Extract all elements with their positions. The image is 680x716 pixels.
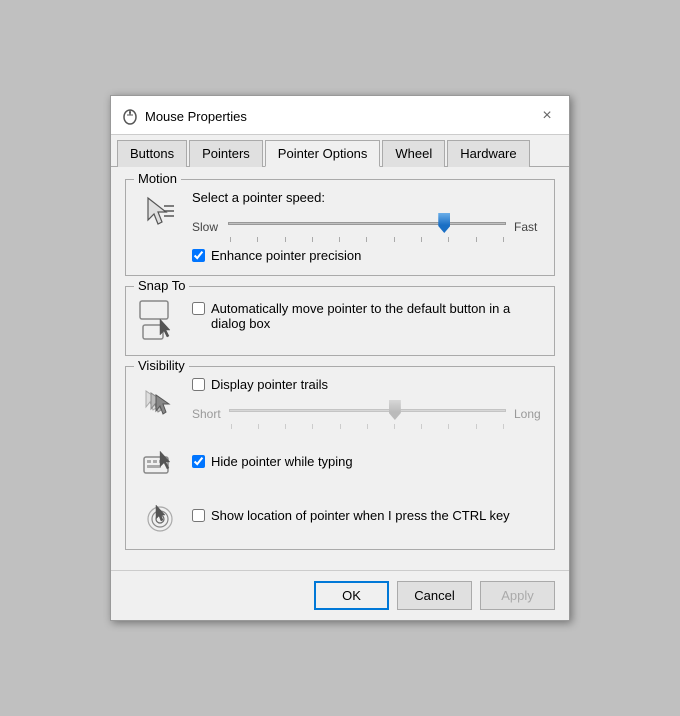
trails-item: Display pointer trails Short	[138, 377, 542, 429]
trails-slider-track	[229, 409, 506, 412]
tick	[230, 237, 231, 242]
enhance-precision-checkbox[interactable]	[192, 249, 205, 262]
enhance-precision-row: Enhance pointer precision	[192, 248, 542, 263]
tick	[285, 424, 286, 429]
show-location-icon	[138, 493, 182, 537]
tick	[340, 424, 341, 429]
tick	[367, 424, 368, 429]
tab-bar: Buttons Pointers Pointer Options Wheel H…	[111, 135, 569, 167]
auto-snap-checkbox[interactable]	[192, 302, 205, 315]
enhance-precision-label: Enhance pointer precision	[211, 248, 361, 263]
tick	[476, 424, 477, 429]
visibility-section: Visibility Di	[125, 366, 555, 550]
tick	[421, 424, 422, 429]
trails-ticks	[229, 424, 506, 429]
bottom-bar: OK Cancel Apply	[111, 570, 569, 620]
speed-slider-track	[228, 222, 506, 225]
tick	[285, 237, 286, 242]
slow-label: Slow	[192, 220, 220, 234]
show-location-label: Show location of pointer when I press th…	[211, 508, 510, 523]
tick	[394, 237, 395, 242]
hide-typing-item: Hide pointer while typing	[138, 439, 542, 483]
snap-to-label: Snap To	[134, 278, 189, 293]
show-location-item: Show location of pointer when I press th…	[138, 493, 542, 537]
trails-slider[interactable]	[229, 398, 506, 422]
tick	[476, 237, 477, 242]
hide-typing-row: Hide pointer while typing	[192, 454, 353, 469]
window-title: Mouse Properties	[145, 109, 247, 124]
tick	[257, 237, 258, 242]
hide-typing-icon	[138, 439, 182, 483]
tick	[231, 424, 232, 429]
speed-label: Select a pointer speed:	[192, 190, 542, 205]
short-label: Short	[192, 407, 221, 421]
mouse-icon	[121, 107, 139, 125]
hide-typing-label: Hide pointer while typing	[211, 454, 353, 469]
tick	[312, 237, 313, 242]
trails-controls: Display pointer trails Short	[192, 377, 542, 429]
tick	[366, 237, 367, 242]
tick	[421, 237, 422, 242]
close-button[interactable]: ×	[535, 104, 559, 128]
cancel-button[interactable]: Cancel	[397, 581, 472, 610]
speed-slider-container	[228, 211, 506, 242]
tick	[258, 424, 259, 429]
show-location-checkbox[interactable]	[192, 509, 205, 522]
speed-ticks	[228, 237, 506, 242]
snap-to-section: Snap To Automatically move pointer to th…	[125, 286, 555, 356]
trails-slider-row: Short	[192, 398, 542, 429]
tab-wheel[interactable]: Wheel	[382, 140, 445, 167]
long-label: Long	[514, 407, 542, 421]
tab-pointer-options[interactable]: Pointer Options	[265, 140, 381, 167]
speed-slider-thumb[interactable]	[438, 213, 450, 233]
trails-checkbox-row: Display pointer trails	[192, 377, 542, 392]
tick	[339, 237, 340, 242]
tick	[394, 424, 395, 429]
main-content: Motion Select a pointer speed:	[111, 167, 569, 570]
trails-slider-container	[229, 398, 506, 429]
tab-hardware[interactable]: Hardware	[447, 140, 529, 167]
trails-label: Display pointer trails	[211, 377, 328, 392]
auto-snap-label: Automatically move pointer to the defaul…	[211, 301, 542, 331]
tab-buttons[interactable]: Buttons	[117, 140, 187, 167]
visibility-items: Display pointer trails Short	[138, 377, 542, 537]
trails-thumb-shape	[389, 400, 401, 420]
snap-to-icon	[138, 299, 182, 343]
tick	[503, 237, 504, 242]
speed-thumb-shape	[438, 213, 450, 233]
ok-button[interactable]: OK	[314, 581, 389, 610]
speed-slider[interactable]	[228, 211, 506, 235]
hide-typing-checkbox[interactable]	[192, 455, 205, 468]
visibility-label: Visibility	[134, 358, 189, 373]
trails-icon	[138, 381, 182, 425]
tab-pointers[interactable]: Pointers	[189, 140, 263, 167]
tick	[448, 237, 449, 242]
trails-checkbox[interactable]	[192, 378, 205, 391]
tick	[448, 424, 449, 429]
motion-controls: Select a pointer speed: Slow	[192, 190, 542, 263]
tick	[312, 424, 313, 429]
tick	[503, 424, 504, 429]
mouse-properties-window: Mouse Properties × Buttons Pointers Poin…	[110, 95, 570, 621]
fast-label: Fast	[514, 220, 542, 234]
apply-button[interactable]: Apply	[480, 581, 555, 610]
title-bar: Mouse Properties ×	[111, 96, 569, 135]
pointer-speed-icon	[138, 190, 182, 234]
motion-label: Motion	[134, 171, 181, 186]
motion-section: Motion Select a pointer speed:	[125, 179, 555, 276]
title-bar-left: Mouse Properties	[121, 107, 247, 125]
trails-slider-thumb[interactable]	[389, 400, 401, 420]
speed-slider-row: Slow	[192, 211, 542, 242]
auto-snap-row: Automatically move pointer to the defaul…	[192, 301, 542, 331]
show-location-row: Show location of pointer when I press th…	[192, 508, 510, 523]
